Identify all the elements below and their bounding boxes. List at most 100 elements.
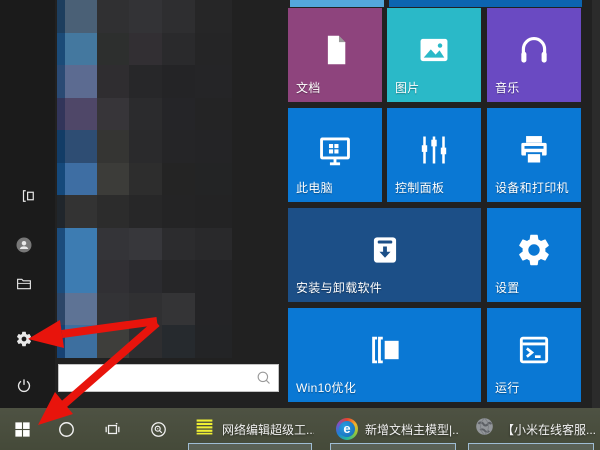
tile-label: 运行: [495, 381, 520, 395]
taskbar-app-label: 网络编辑超级工...: [222, 422, 314, 437]
mosaic-cell: [162, 325, 195, 358]
tile-documents[interactable]: 文档: [288, 8, 382, 102]
settings-gear-icon: [15, 330, 33, 348]
tile-run[interactable]: 运行: [487, 308, 581, 402]
sidebar-item-user-account[interactable]: [14, 235, 34, 255]
start-search-box[interactable]: [58, 364, 279, 392]
mosaic-cell: [162, 0, 195, 33]
mosaic-cell: [97, 227, 129, 261]
sidebar-item-expand[interactable]: [18, 186, 38, 206]
printer-icon: [515, 131, 553, 169]
mosaic-cell: [195, 195, 232, 228]
power-icon: [15, 377, 33, 395]
mosaic-cell: [129, 325, 162, 358]
magnifier-circle-icon: [149, 420, 168, 439]
mosaic-cell: [97, 130, 129, 163]
tile-settings-tile[interactable]: 设置: [487, 208, 581, 302]
mosaic-cell: [162, 260, 195, 293]
user-avatar-icon: [15, 236, 33, 254]
tile-label: 设备和打印机: [495, 181, 569, 195]
this-pc-icon: [316, 131, 354, 169]
mosaic-cell: [65, 130, 97, 163]
taskbar-button-task-view[interactable]: [92, 408, 132, 450]
open-window-indicator: [330, 443, 456, 450]
tile-pictures[interactable]: 图片: [387, 8, 481, 102]
control-panel-icon: [415, 131, 453, 169]
mosaic-cell: [129, 195, 162, 228]
mosaic-cell: [97, 65, 129, 98]
mosaic-cell: [65, 162, 97, 196]
open-window-indicator: [188, 443, 312, 450]
taskbar-button-magnifier[interactable]: [138, 408, 178, 450]
mosaic-cell: [65, 0, 97, 33]
globe-icon: [474, 416, 495, 442]
mosaic-cell: [162, 195, 195, 228]
tile-install-uninstall[interactable]: 安装与卸载软件: [288, 208, 481, 302]
mosaic-cell: [129, 292, 162, 326]
mosaic-cell: [129, 0, 162, 33]
mosaic-cell: [65, 32, 97, 66]
tile-this-pc[interactable]: 此电脑: [288, 108, 382, 202]
search-input[interactable]: [59, 371, 255, 385]
open-window-indicator: [468, 443, 594, 450]
tile-label: 音乐: [495, 81, 520, 95]
tile-win10-optimize[interactable]: Win10优化: [288, 308, 481, 402]
mosaic-cell: [162, 65, 195, 98]
windows-10-screen: 文档 图片 音乐此电脑 控制面板 设备和打印机安装与卸载软件 设置 Win10优化 运行 网络…: [0, 0, 600, 450]
mosaic-cell: [195, 97, 232, 131]
mosaic-cell: [195, 65, 232, 98]
mosaic-cell: [57, 325, 65, 358]
yellow-list-icon: [194, 416, 215, 442]
mosaic-cell: [162, 292, 195, 326]
start-menu-panel: 文档 图片 音乐此电脑 控制面板 设备和打印机安装与卸载软件 设置 Win10优化 运行: [0, 0, 600, 408]
mosaic-cell: [65, 292, 97, 326]
mosaic-cell: [129, 130, 162, 163]
document-icon: [316, 31, 354, 69]
mosaic-cell: [57, 260, 65, 293]
tile-label: 控制面板: [395, 181, 445, 195]
mosaic-cell: [195, 227, 232, 261]
tile-partial-tile-small[interactable]: [290, 0, 384, 7]
tile-control-panel[interactable]: 控制面板: [387, 108, 481, 202]
mosaic-cell: [195, 162, 232, 196]
mosaic-cell: [97, 32, 129, 66]
mosaic-cell: [195, 0, 232, 33]
mosaic-cell: [129, 97, 162, 131]
start-button[interactable]: [0, 408, 45, 450]
sidebar-item-file-explorer[interactable]: [14, 273, 34, 293]
mosaic-cell: [57, 195, 65, 228]
tile-music[interactable]: 音乐: [487, 8, 581, 102]
taskbar-app-app-net-editor[interactable]: 网络编辑超级工...: [186, 408, 314, 450]
mosaic-cell: [57, 97, 65, 131]
win10-optimize-icon: [366, 331, 404, 369]
taskbar-button-cortana[interactable]: [46, 408, 86, 450]
mosaic-cell: [97, 162, 129, 196]
taskbar-app-label: 【小米在线客服...: [502, 422, 596, 437]
tile-devices-printers[interactable]: 设备和打印机: [487, 108, 581, 202]
desktop-edge-strip: [592, 0, 600, 408]
tile-partial-tile-wide[interactable]: [389, 0, 582, 7]
taskbar-app-app-doc-model[interactable]: e 新增文档主模型|...: [328, 408, 458, 450]
taskbar-app-label: 新增文档主模型|...: [365, 422, 458, 437]
tile-label: 设置: [495, 281, 520, 295]
mosaic-cell: [129, 227, 162, 261]
mosaic-cell: [195, 130, 232, 163]
mosaic-cell: [57, 227, 65, 261]
task-view-icon: [103, 420, 122, 439]
mosaic-cell: [195, 325, 232, 358]
mosaic-cell: [65, 97, 97, 131]
install-box-icon: [366, 231, 404, 269]
sidebar-item-settings[interactable]: [14, 329, 34, 349]
taskbar-app-app-mi-service[interactable]: 【小米在线客服...: [466, 408, 596, 450]
circle-icon: [57, 420, 76, 439]
sidebar-item-power[interactable]: [14, 376, 34, 396]
mosaic-cell: [65, 325, 97, 358]
mosaic-cell: [65, 260, 97, 293]
settings-gear-filled-icon: [515, 231, 553, 269]
mosaic-cell: [129, 32, 162, 66]
tile-label: Win10优化: [296, 381, 357, 395]
expand-icon: [19, 187, 37, 205]
mosaic-cell: [97, 97, 129, 131]
tile-label: 安装与卸载软件: [296, 281, 383, 295]
mosaic-cell: [57, 65, 65, 98]
